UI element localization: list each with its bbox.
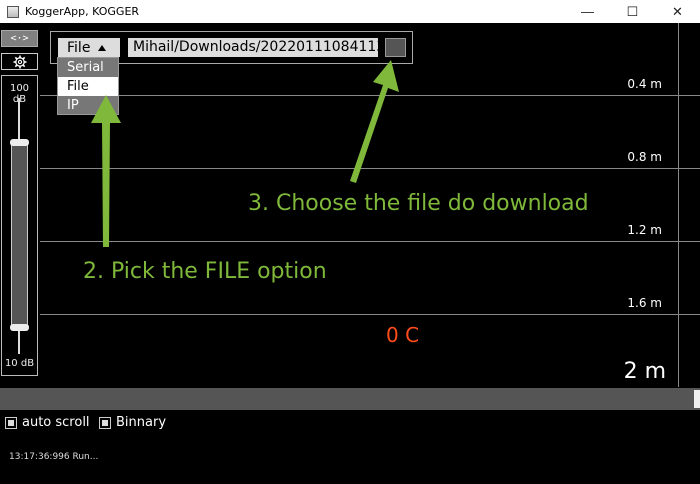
- binary-label: Binnary: [116, 415, 167, 430]
- checkbox-icon: [5, 416, 17, 429]
- app-icon: [7, 5, 19, 18]
- annotation-step3: 3. Choose the file do download: [248, 191, 589, 216]
- maximize-button[interactable]: ☐: [610, 0, 655, 23]
- scrollbar-thumb[interactable]: [694, 390, 700, 408]
- main-area: <·> 100 dB 10 dB 0.4 m 0.8 m 1.2 m: [0, 23, 700, 484]
- binary-checkbox[interactable]: Binnary: [99, 415, 166, 430]
- window-title: KoggerApp, KOGGER: [25, 5, 140, 18]
- checkbox-icon: [99, 416, 111, 429]
- arrow-to-browse-button: [350, 60, 399, 183]
- title-bar: KoggerApp, KOGGER — ☐ ✕: [0, 0, 700, 23]
- auto-scroll-checkbox[interactable]: auto scroll: [5, 415, 90, 430]
- console-panel: auto scroll Binnary 13:17:36:996 Run...: [0, 410, 700, 484]
- auto-scroll-label: auto scroll: [22, 415, 90, 430]
- log-line: 13:17:36:996 Run...: [9, 452, 99, 462]
- arrow-to-file-option: [91, 95, 121, 247]
- close-button[interactable]: ✕: [655, 0, 700, 23]
- horizontal-scrollbar[interactable]: [0, 388, 700, 410]
- minimize-button[interactable]: —: [565, 0, 610, 23]
- annotation-step2: 2. Pick the FILE option: [83, 259, 327, 284]
